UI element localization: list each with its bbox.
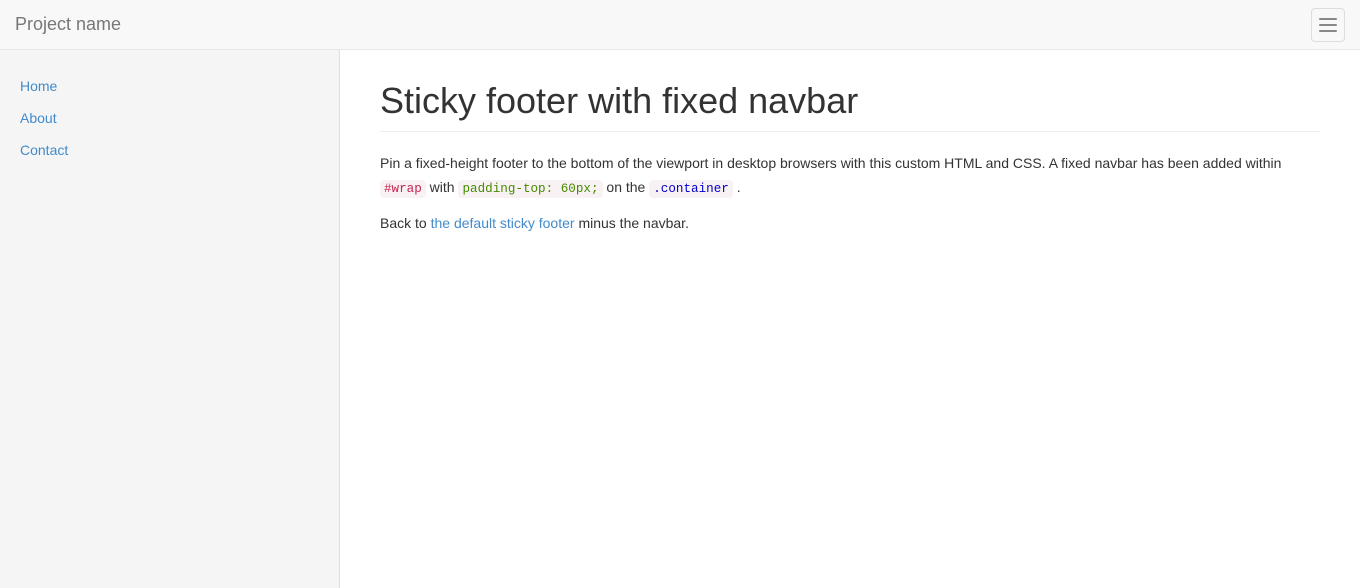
toggle-bar-3 [1319, 30, 1337, 32]
desc-text-3: on the [603, 179, 650, 195]
sidebar-item-home: Home [0, 70, 339, 102]
main-content: Sticky footer with fixed navbar Pin a fi… [340, 50, 1360, 588]
toggle-bar-2 [1319, 24, 1337, 26]
sidebar-link-contact[interactable]: Contact [0, 134, 339, 166]
navbar-toggle-button[interactable] [1311, 8, 1345, 42]
desc-text-4: . [733, 179, 741, 195]
page-title: Sticky footer with fixed navbar [380, 80, 1320, 132]
sidebar: Home About Contact [0, 50, 340, 588]
code-wrap: #wrap [380, 180, 426, 198]
default-sticky-footer-link[interactable]: the default sticky footer [431, 215, 575, 231]
sidebar-item-about: About [0, 102, 339, 134]
description-paragraph: Pin a fixed-height footer to the bottom … [380, 152, 1320, 200]
code-padding: padding-top: 60px; [458, 180, 602, 198]
sidebar-item-contact: Contact [0, 134, 339, 166]
back-text-suffix: minus the navbar. [575, 215, 689, 231]
desc-text-1: Pin a fixed-height footer to the bottom … [380, 155, 1281, 171]
back-text-prefix: Back to [380, 215, 431, 231]
code-container: .container [649, 180, 733, 198]
layout-wrapper: Home About Contact Sticky footer with fi… [0, 50, 1360, 588]
toggle-bar-1 [1319, 18, 1337, 20]
desc-text-2: with [426, 179, 459, 195]
navbar-brand[interactable]: Project name [15, 14, 121, 35]
sidebar-link-home[interactable]: Home [0, 70, 339, 102]
back-link-paragraph: Back to the default sticky footer minus … [380, 215, 1320, 231]
sidebar-link-about[interactable]: About [0, 102, 339, 134]
sidebar-nav: Home About Contact [0, 70, 339, 166]
top-navbar: Project name [0, 0, 1360, 50]
